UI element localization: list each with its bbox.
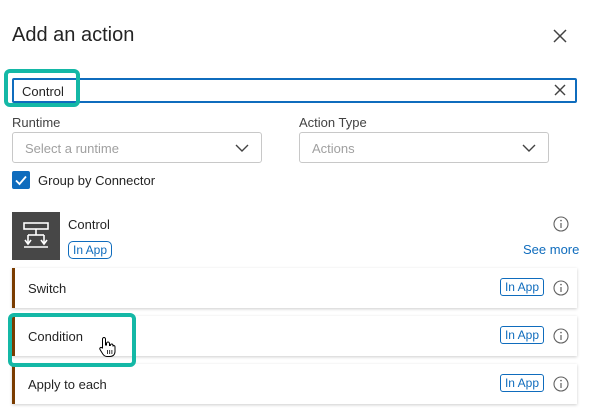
control-connector-icon [12,212,60,260]
chevron-down-icon [235,144,249,152]
search-box [12,78,577,103]
action-type-dropdown[interactable]: Actions [299,132,549,163]
action-type-placeholder: Actions [312,141,355,156]
action-item-apply-to-each[interactable]: Apply to each In App [12,364,577,404]
in-app-badge: In App [499,374,544,392]
see-more-link[interactable]: See more [523,242,579,257]
search-input[interactable] [22,82,542,100]
info-icon[interactable] [553,280,569,296]
connector-in-app-badge: In App [68,241,113,259]
info-icon[interactable] [553,328,569,344]
close-icon[interactable] [550,26,570,46]
info-icon[interactable] [553,216,569,232]
action-item-condition[interactable]: Condition In App [12,316,577,356]
connector-name: Control [68,217,110,232]
action-label: Condition [28,329,83,344]
runtime-dropdown[interactable]: Select a runtime [12,132,262,163]
group-by-connector-label: Group by Connector [38,173,156,188]
action-label: Apply to each [28,377,107,392]
group-by-connector-checkbox[interactable] [12,171,30,189]
runtime-placeholder: Select a runtime [25,141,119,156]
panel-title: Add an action [12,24,135,46]
action-label: Switch [28,281,67,296]
clear-icon[interactable] [553,83,567,97]
checkmark-icon [15,175,27,186]
info-icon[interactable] [553,376,569,392]
runtime-label: Runtime [12,115,61,130]
action-type-label: Action Type [299,115,367,130]
action-item-switch[interactable]: Switch In App [12,268,577,308]
in-app-badge: In App [499,326,544,344]
in-app-badge: In App [499,278,544,296]
chevron-down-icon [522,144,536,152]
